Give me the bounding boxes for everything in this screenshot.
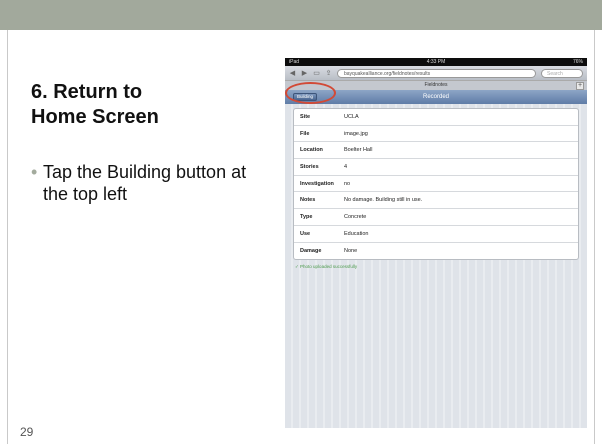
row-value: no [344,180,351,187]
slide-title-line-2: Home Screen [31,106,159,128]
back-arrow-icon[interactable]: ◀ [289,69,296,77]
highlight-circle [285,82,336,104]
ipad-screenshot: iPad 4:33 PM 76% ◀ ▶ ▭ ⇪ bayquakeallianc… [285,58,587,428]
table-row: File image.jpg [294,126,578,143]
record-content: Site UCLA File image.jpg Location Boelte… [285,104,587,428]
row-value: 4 [344,163,348,170]
row-label: Investigation [300,180,334,187]
table-row: Notes No damage. Building still in use. [294,192,578,210]
table-row: Use Education [294,226,578,243]
battery-indicator: 76% [572,59,583,65]
browser-toolbar: ◀ ▶ ▭ ⇪ bayquakealliance.org/fieldnotes/… [285,66,587,80]
row-label: Stories [300,163,319,170]
table-row: Type Concrete [294,209,578,226]
row-value: Education [344,230,369,237]
tab-title[interactable]: Fieldnotes [424,82,447,88]
table-row: Stories 4 [294,159,578,176]
row-value: None [344,247,358,254]
bullet-text: Tap the Building button at the top left [42,162,247,204]
url-field[interactable]: bayquakealliance.org/fieldnotes/results [337,68,536,78]
table-row: Investigation no [294,176,578,193]
table-row: Damage None [294,243,578,260]
upload-status: ✓ Photo uploaded successfully [293,264,579,270]
table-row: Location Boelter Hall [294,142,578,160]
row-label: Notes [300,197,316,204]
bullet-dot: • [31,162,38,182]
row-value: Concrete [344,213,367,220]
row-value: Boelter Hall [344,147,373,154]
share-icon[interactable]: ⇪ [325,69,332,77]
row-label: Location [300,147,323,154]
device-label: iPad [289,59,300,65]
row-label: Site [300,113,311,120]
table-row: Site UCLA [294,109,578,126]
row-value: UCLA [344,113,359,120]
check-icon: ✓ [295,264,299,270]
ipad-status-bar: iPad 4:33 PM 76% [285,58,587,66]
record-table: Site UCLA File image.jpg Location Boelte… [293,108,579,261]
bookmarks-icon[interactable]: ▭ [313,69,320,77]
clock: 4:33 PM [426,59,446,65]
row-label: File [300,130,310,137]
row-label: Damage [300,247,322,254]
row-label: Type [300,213,313,220]
slide-top-band [0,0,602,30]
row-label: Use [300,230,311,237]
row-value: No damage. Building still in use. [344,197,423,204]
slide-number: 29 [20,425,34,439]
slide-title: 6. Return to Home Screen [31,80,251,130]
upload-status-text: Photo uploaded successfully [300,264,358,270]
bullet-item: • Tap the Building button at the top lef… [31,162,261,205]
slide-title-line-1: 6. Return to [31,81,143,103]
forward-arrow-icon[interactable]: ▶ [301,69,308,77]
row-value: image.jpg [344,130,368,137]
search-field[interactable]: Search [541,68,583,78]
new-tab-plus-icon[interactable]: + [576,82,584,90]
app-header-title: Recorded [422,94,449,100]
